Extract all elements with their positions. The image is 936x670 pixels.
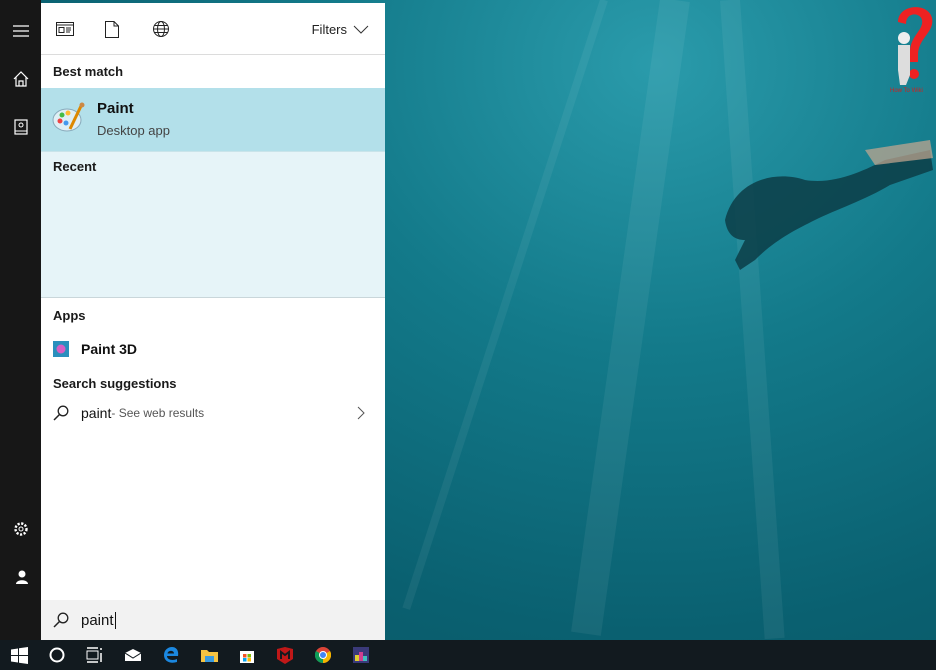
store-button[interactable]	[228, 640, 266, 670]
taskbar	[0, 640, 936, 670]
documents-filter-button[interactable]	[101, 18, 123, 40]
home-button[interactable]	[0, 59, 41, 99]
results-section: Apps Paint 3D Search suggestions paint -…	[41, 298, 385, 600]
settings-button[interactable]	[0, 509, 41, 549]
best-match-subtitle: Desktop app	[97, 123, 170, 138]
swimmer-image	[725, 140, 933, 270]
user-icon	[15, 570, 28, 584]
search-input[interactable]: paint	[81, 611, 116, 629]
mcafee-button[interactable]	[266, 640, 304, 670]
suggestion-suffix: - See web results	[111, 406, 205, 420]
chevron-down-icon	[353, 25, 369, 34]
app-icon	[353, 647, 369, 663]
notebook-button[interactable]	[0, 107, 41, 147]
start-rail	[0, 0, 41, 640]
hamburger-icon	[12, 25, 29, 37]
gear-icon	[13, 522, 28, 536]
search-suggestions-heading: Search suggestions	[53, 375, 177, 391]
paint-app-icon	[52, 102, 85, 132]
notebook-icon	[13, 119, 28, 135]
search-panel: Filters Best match Paint Desktop app Rec…	[41, 3, 385, 640]
search-icon	[53, 612, 69, 628]
search-icon	[53, 405, 69, 421]
edge-button[interactable]	[152, 640, 190, 670]
edge-icon	[164, 647, 179, 663]
app-result-paint-3d[interactable]: Paint 3D	[41, 334, 385, 364]
app-button[interactable]	[342, 640, 380, 670]
store-icon	[240, 651, 254, 663]
hamburger-menu-button[interactable]	[0, 11, 41, 51]
app-result-label: Paint 3D	[81, 341, 138, 357]
chrome-button[interactable]	[304, 640, 342, 670]
home-icon	[13, 71, 28, 87]
task-view-button[interactable]	[76, 640, 114, 670]
site-logo: How To Wiki	[890, 7, 933, 94]
best-match-heading: Best match	[41, 55, 385, 88]
folder-icon	[200, 650, 218, 662]
recent-section: Recent	[41, 151, 385, 298]
mcafee-icon	[277, 646, 293, 664]
web-filter-button[interactable]	[150, 18, 172, 40]
chrome-icon	[315, 647, 331, 663]
windows-logo-icon	[10, 646, 28, 664]
documents-icon	[105, 20, 119, 38]
cortana-icon	[49, 647, 65, 663]
mail-icon	[125, 649, 141, 661]
best-match-title: Paint	[97, 100, 134, 117]
apps-icon	[56, 22, 74, 36]
suggestion-term: paint	[81, 405, 112, 421]
task-view-icon	[86, 647, 102, 663]
start-button[interactable]	[0, 640, 38, 670]
filters-dropdown[interactable]: Filters	[312, 22, 369, 37]
apps-heading: Apps	[53, 307, 86, 323]
file-explorer-button[interactable]	[190, 640, 228, 670]
best-match-paint[interactable]: Paint Desktop app	[41, 88, 385, 151]
account-button[interactable]	[0, 557, 41, 597]
apps-filter-button[interactable]	[54, 18, 76, 40]
recent-heading: Recent	[53, 159, 97, 174]
search-box[interactable]: paint	[41, 600, 385, 640]
web-suggestion-paint[interactable]: paint - See web results	[41, 398, 385, 428]
svg-text:How To Wiki: How To Wiki	[890, 88, 923, 94]
paint-3d-icon	[53, 341, 69, 357]
web-icon	[153, 21, 169, 37]
search-filter-bar: Filters	[41, 3, 385, 55]
filters-label: Filters	[311, 22, 347, 37]
mail-button[interactable]	[114, 640, 152, 670]
chevron-right-icon	[357, 406, 365, 420]
cortana-button[interactable]	[38, 640, 76, 670]
